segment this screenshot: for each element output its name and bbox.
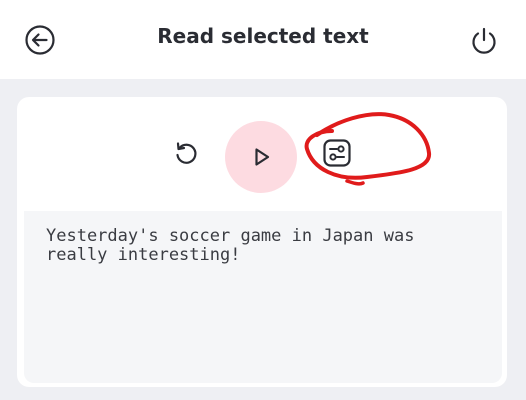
voice-settings-button[interactable]: [319, 135, 355, 171]
header: Read selected text: [0, 0, 526, 79]
play-icon: [255, 148, 270, 166]
sliders-settings-icon: [323, 139, 351, 167]
reset-icon: [176, 142, 197, 164]
reset-button[interactable]: [168, 135, 204, 171]
power-button[interactable]: [466, 22, 502, 58]
selected-text-display[interactable]: Yesterday's soccer game in Japan was rea…: [24, 211, 502, 383]
play-button[interactable]: [225, 121, 297, 193]
page-title: Read selected text: [157, 24, 369, 48]
power-icon: [472, 27, 496, 54]
reader-card: Yesterday's soccer game in Japan was rea…: [17, 97, 507, 387]
